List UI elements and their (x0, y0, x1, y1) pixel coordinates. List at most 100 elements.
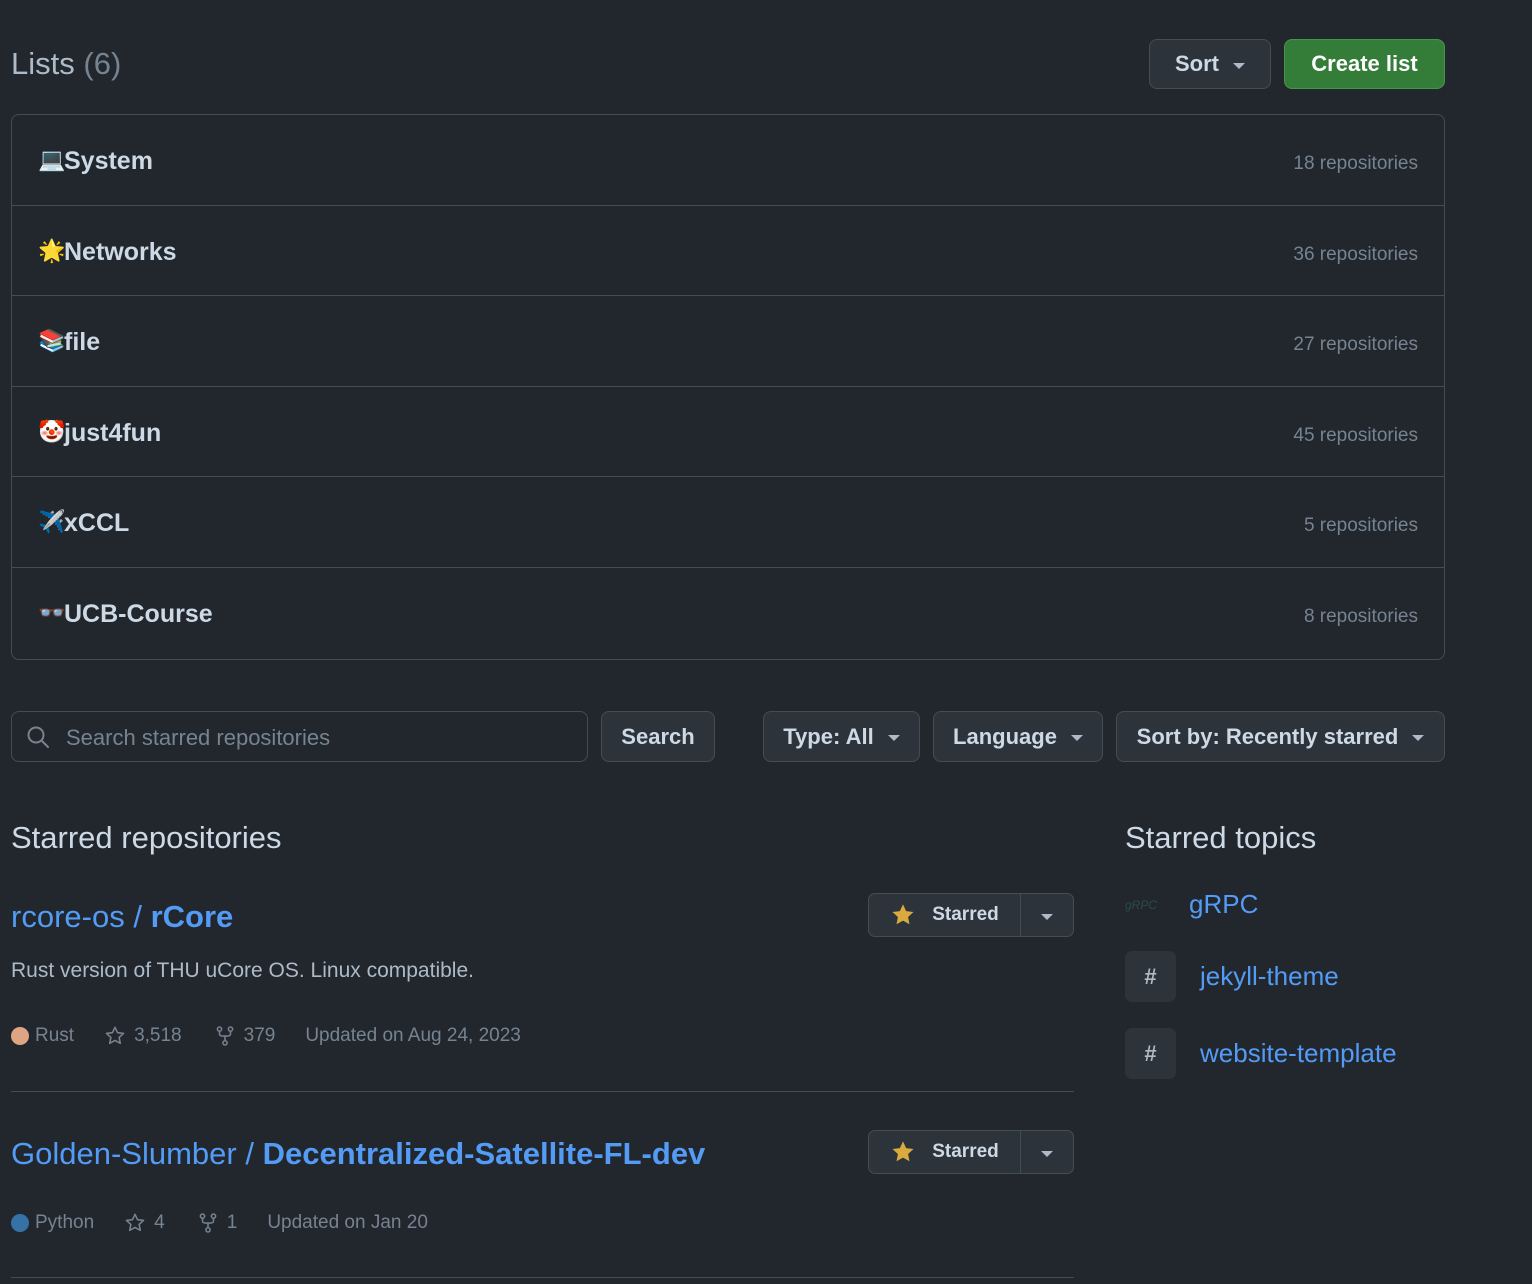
repo-updated: Updated on Aug 24, 2023 (305, 1025, 521, 1046)
lists-sort-label: Sort (1175, 51, 1219, 76)
repo-card: Golden-Slumber / Decentralized-Satellite… (11, 1130, 1074, 1250)
lists-title-text: Lists (11, 46, 75, 81)
repo-name[interactable]: Decentralized-Satellite-FL-dev (263, 1136, 706, 1171)
repo-separator: / (245, 1136, 263, 1171)
repo-divider (11, 1091, 1074, 1092)
starred-button[interactable]: Starred (869, 1131, 1021, 1173)
list-item-xccl[interactable]: ✈️ xCCL 5 repositories (12, 477, 1444, 568)
repo-separator: / (133, 899, 151, 934)
clown-icon: 🤡 (38, 418, 66, 444)
starred-topics-title: Starred topics (1125, 820, 1317, 855)
hash-icon: # (1125, 1028, 1176, 1079)
caret-down-icon (887, 735, 900, 741)
list-name[interactable]: file (64, 328, 100, 356)
search-input[interactable] (64, 712, 568, 763)
language-filter-dropdown[interactable]: Language (933, 711, 1103, 762)
caret-down-icon (1041, 1150, 1053, 1157)
search-button-label: Search (621, 723, 695, 749)
lists-header: Lists (6) Sort Create list (11, 38, 1445, 90)
language-color-dot (11, 1214, 29, 1232)
hash-icon: # (1125, 951, 1176, 1002)
starred-button-group: Starred (868, 893, 1074, 937)
list-count: 8 repositories (1303, 605, 1418, 627)
type-filter-label: Type: All (783, 723, 874, 749)
lists-sort-button[interactable]: Sort (1149, 39, 1271, 89)
repo-language: Rust (11, 1025, 74, 1047)
star-icon: 🌟 (38, 237, 66, 263)
repo-title-link[interactable]: Golden-Slumber / Decentralized-Satellite… (11, 1136, 705, 1172)
laptop-icon: 💻 (38, 147, 66, 172)
caret-down-icon (1070, 735, 1083, 741)
topic-name[interactable]: jekyll-theme (1200, 961, 1339, 992)
search-button[interactable]: Search (601, 711, 715, 762)
repo-card: rcore-os / rCore Starred Rust version of… (11, 893, 1074, 1063)
create-list-button[interactable]: Create list (1284, 39, 1445, 89)
repo-stars[interactable]: 3,518 (104, 1025, 182, 1047)
sort-by-label: Sort by: Recently starred (1136, 723, 1399, 749)
caret-down-icon (1412, 735, 1425, 741)
list-count: 18 repositories (1293, 153, 1418, 174)
starred-button-group: Starred (868, 1130, 1074, 1174)
list-dropdown-button[interactable] (1021, 894, 1073, 936)
list-name[interactable]: Networks (64, 238, 177, 266)
topic-item-website-template[interactable]: # website-template (1125, 1028, 1397, 1079)
list-count: 5 repositories (1303, 515, 1418, 536)
list-name[interactable]: System (64, 147, 153, 175)
repo-language: Python (11, 1212, 94, 1234)
repo-forks[interactable]: 379 (214, 1025, 275, 1047)
list-item-networks[interactable]: 🌟 Networks 36 repositories (12, 206, 1444, 296)
list-name[interactable]: just4fun (64, 419, 161, 447)
lists-title: Lists (6) (11, 46, 121, 82)
repo-title-link[interactable]: rcore-os / rCore (11, 899, 233, 935)
lists-count: (6) (83, 46, 122, 81)
star-filled-icon (892, 1141, 914, 1162)
list-count: 45 repositories (1293, 424, 1418, 446)
language-name: Python (35, 1212, 95, 1233)
search-icon (27, 726, 49, 748)
starred-label: Starred (932, 1141, 999, 1162)
repo-meta: Python 4 1 Updated on Jan 20 (11, 1212, 428, 1234)
list-name[interactable]: xCCL (64, 509, 129, 537)
star-outline-icon (125, 1213, 145, 1232)
caret-down-icon (1233, 62, 1245, 69)
repo-meta: Rust 3,518 379 Updated on Aug 24, 2023 (11, 1025, 521, 1047)
repo-name[interactable]: rCore (151, 899, 234, 934)
lists-container: 💻 System 18 repositories 🌟 Networks 36 r… (11, 114, 1445, 660)
list-item-ucb-course[interactable]: 👓 UCB-Course 8 repositories (12, 568, 1444, 659)
type-filter-dropdown[interactable]: Type: All (763, 711, 920, 762)
language-color-dot (11, 1027, 29, 1045)
create-list-label: Create list (1311, 51, 1418, 76)
list-item-file[interactable]: 📚 file 27 repositories (12, 296, 1444, 387)
caret-down-icon (1041, 913, 1053, 920)
list-name[interactable]: UCB-Course (64, 600, 213, 628)
sort-by-dropdown[interactable]: Sort by: Recently starred (1116, 711, 1445, 762)
starred-button[interactable]: Starred (869, 894, 1021, 936)
search-box (11, 711, 588, 763)
repo-owner[interactable]: rcore-os (11, 899, 125, 934)
list-item-system[interactable]: 💻 System 18 repositories (12, 115, 1444, 206)
topic-item-jekyll-theme[interactable]: # jekyll-theme (1125, 951, 1339, 1002)
list-count: 27 repositories (1293, 334, 1418, 355)
repo-stars[interactable]: 4 (124, 1212, 165, 1234)
topic-name[interactable]: website-template (1200, 1038, 1397, 1069)
list-count: 36 repositories (1293, 243, 1418, 265)
fork-icon (199, 1213, 217, 1233)
star-filled-icon (892, 904, 914, 925)
topic-name[interactable]: gRPC (1189, 889, 1258, 920)
star-count: 4 (154, 1212, 165, 1233)
repo-owner[interactable]: Golden-Slumber (11, 1136, 237, 1171)
repo-forks[interactable]: 1 (197, 1212, 237, 1234)
list-dropdown-button[interactable] (1021, 1131, 1073, 1173)
star-outline-icon (105, 1026, 125, 1045)
language-filter-label: Language (953, 723, 1057, 749)
starred-repos-title: Starred repositories (11, 820, 282, 855)
repo-description: Rust version of THU uCore OS. Linux comp… (11, 959, 474, 982)
topic-item-grpc[interactable]: gRPC gRPC (1125, 889, 1258, 920)
star-count: 3,518 (134, 1025, 182, 1046)
repo-updated: Updated on Jan 20 (267, 1212, 428, 1233)
fork-icon (216, 1026, 234, 1046)
airplane-icon: ✈️ (38, 509, 66, 534)
books-icon: 📚 (38, 328, 66, 353)
grpc-logo-icon: gRPC (1125, 897, 1158, 912)
list-item-just4fun[interactable]: 🤡 just4fun 45 repositories (12, 387, 1444, 477)
